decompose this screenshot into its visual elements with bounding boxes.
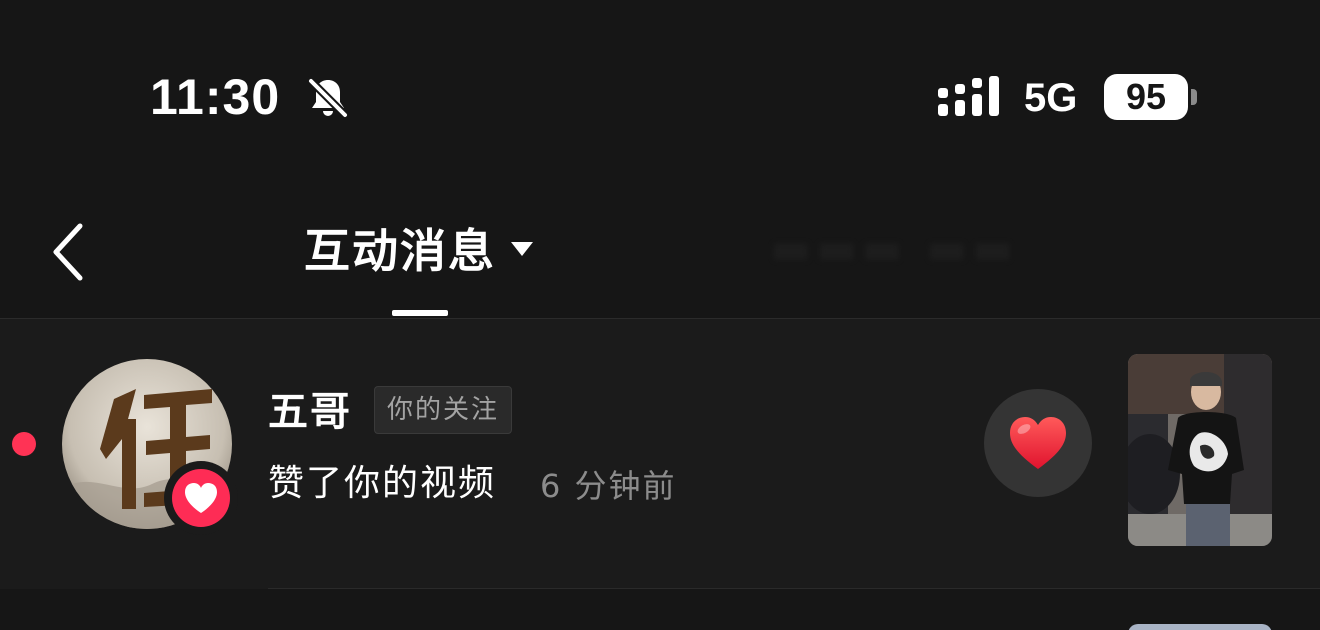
hidden-tab: ▬▬▬ ▬▬ <box>770 223 1018 274</box>
username[interactable]: 五哥 <box>268 385 352 439</box>
relation-tag: 你的关注 <box>374 386 513 434</box>
network-type: 5G <box>1024 76 1078 120</box>
red-heart-icon <box>1010 417 1066 469</box>
signal-bars-icon <box>938 76 999 116</box>
caret-down-icon[interactable] <box>510 240 534 258</box>
tab-interaction-messages[interactable]: 互动消息 <box>304 220 496 282</box>
row-divider <box>268 588 1320 589</box>
bell-slash-icon <box>306 76 350 120</box>
nav-header: 互动消息 ▬▬▬ ▬▬ <box>0 190 1320 319</box>
like-back-button[interactable] <box>984 389 1092 497</box>
chevron-left-icon[interactable] <box>46 220 94 284</box>
status-time: 11:30 <box>150 69 281 125</box>
status-bar: 11:30 5G 95 <box>0 0 1320 190</box>
like-badge <box>164 461 238 535</box>
heart-icon <box>185 483 217 513</box>
screen: 11:30 5G 95 互动消息 ▬▬▬ ▬▬ 五哥 你的关注 赞了你的视频 6… <box>0 0 1320 630</box>
next-row-thumbnail[interactable] <box>1128 624 1272 630</box>
active-tab-indicator <box>392 310 448 316</box>
notification-row[interactable]: 五哥 你的关注 赞了你的视频 6 分钟前 <box>0 319 1320 589</box>
unread-dot <box>12 432 36 456</box>
battery-indicator: 95 <box>1104 74 1188 120</box>
action-text: 赞了你的视频 <box>268 463 497 504</box>
battery-cap <box>1191 89 1197 105</box>
timestamp: 6 分钟前 <box>540 467 677 505</box>
video-thumbnail[interactable] <box>1128 354 1272 546</box>
